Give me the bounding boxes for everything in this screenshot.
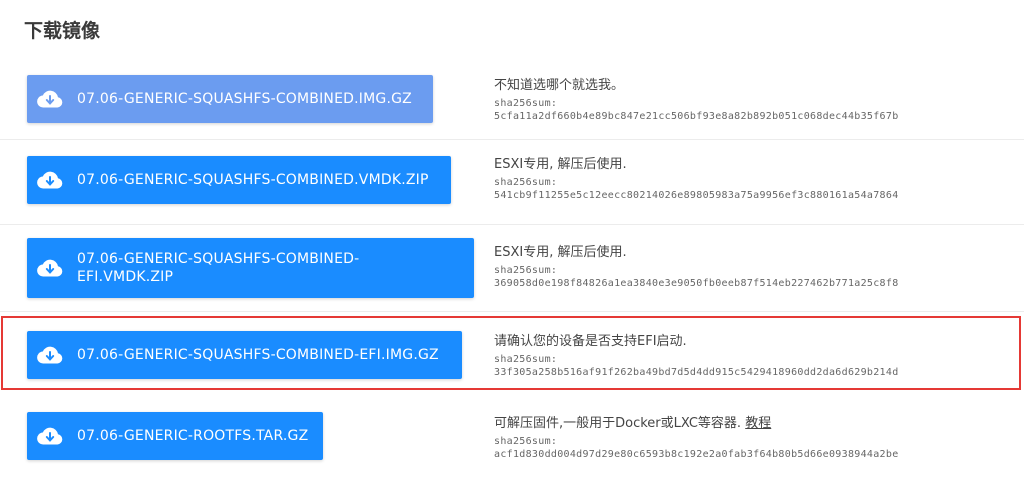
download-button-label-line2: EFI.VMDK.ZIP: [77, 269, 174, 285]
cloud-download-icon: [37, 259, 63, 277]
download-info: 不知道选哪个就选我。 sha256sum: 5cfa11a2df660b4e89…: [494, 74, 899, 123]
cloud-download-icon: [37, 171, 63, 189]
download-efi-vmdk-zip-button[interactable]: 07.06-GENERIC-SQUASHFS-COMBINED- EFI.VMD…: [27, 238, 474, 298]
download-description-text: 可解压固件,一般用于Docker或LXC等容器.: [494, 416, 742, 431]
download-img-gz-button[interactable]: 07.06-GENERIC-SQUASHFS-COMBINED.IMG.GZ: [27, 75, 433, 123]
sha256-label: sha256sum:: [494, 98, 558, 109]
download-description: 不知道选哪个就选我。: [494, 78, 625, 93]
download-button-label: 07.06-GENERIC-SQUASHFS-COMBINED.IMG.GZ: [77, 91, 412, 107]
page-title: 下载镜像: [24, 20, 101, 42]
download-button-label: 07.06-GENERIC-ROOTFS.TAR.GZ: [77, 428, 309, 444]
download-rootfs-tar-gz-button[interactable]: 07.06-GENERIC-ROOTFS.TAR.GZ: [27, 412, 323, 460]
download-vmdk-zip-button[interactable]: 07.06-GENERIC-SQUASHFS-COMBINED.VMDK.ZIP: [27, 156, 451, 204]
download-row: 07.06-GENERIC-SQUASHFS-COMBINED.IMG.GZ 不…: [0, 62, 1024, 140]
download-description: ESXI专用, 解压后使用.: [494, 245, 627, 260]
download-description: ESXI专用, 解压后使用.: [494, 157, 627, 172]
download-info: ESXI专用, 解压后使用. sha256sum: 541cb9f11255e5…: [494, 153, 899, 202]
highlight-box: [1, 316, 1021, 390]
download-button-label: 07.06-GENERIC-SQUASHFS-COMBINED.VMDK.ZIP: [77, 172, 429, 188]
download-row: 07.06-GENERIC-ROOTFS.TAR.GZ 可解压固件,一般用于Do…: [0, 400, 1024, 481]
download-info: 可解压固件,一般用于Docker或LXC等容器. 教程 sha256sum: a…: [494, 412, 899, 461]
sha256-value: 541cb9f11255e5c12eecc80214026e89805983a7…: [494, 190, 899, 201]
download-description: 可解压固件,一般用于Docker或LXC等容器. 教程: [494, 412, 899, 431]
sha256-label: sha256sum:: [494, 177, 558, 188]
download-row: 07.06-GENERIC-SQUASHFS-COMBINED.VMDK.ZIP…: [0, 140, 1024, 225]
download-button-label: 07.06-GENERIC-SQUASHFS-COMBINED- EFI.VMD…: [77, 250, 359, 286]
tutorial-link[interactable]: 教程: [745, 416, 771, 431]
sha256-label: sha256sum:: [494, 436, 558, 447]
sha256-value: 5cfa11a2df660b4e89bc847e21cc506bf93e8a82…: [494, 111, 899, 122]
cloud-download-icon: [37, 427, 63, 445]
download-row: 07.06-GENERIC-SQUASHFS-COMBINED- EFI.VMD…: [0, 225, 1024, 312]
sha256-label: sha256sum:: [494, 265, 558, 276]
sha256-value: 369058d0e198f84826a1ea3840e3e9050fb0eeb8…: [494, 278, 899, 289]
download-button-label-line1: 07.06-GENERIC-SQUASHFS-COMBINED-: [77, 251, 360, 267]
download-info: ESXI专用, 解压后使用. sha256sum: 369058d0e198f8…: [494, 241, 899, 290]
cloud-download-icon: [37, 90, 63, 108]
sha256-value: acf1d830dd004d97d29e80c6593b8c192e2a0fab…: [494, 449, 899, 460]
